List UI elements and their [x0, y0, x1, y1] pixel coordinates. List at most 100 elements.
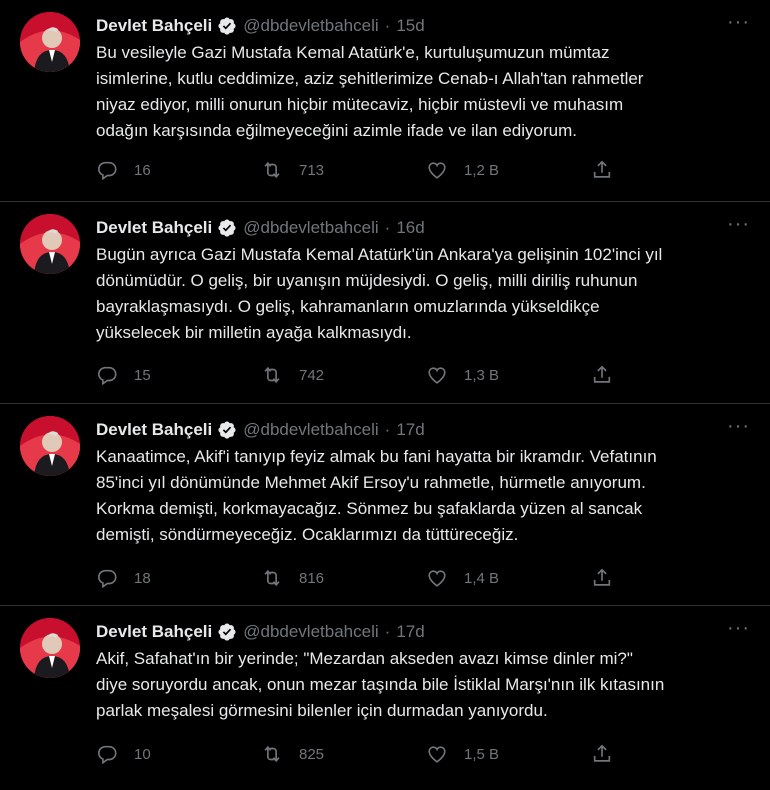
- like-count: 1,5 B: [464, 745, 500, 763]
- like-count: 1,4 B: [464, 569, 500, 587]
- retweet-count: 816: [299, 569, 325, 587]
- tweet-text-line: Kanaatimce, Akif'i tanıyıp feyiz almak b…: [96, 447, 657, 466]
- tweet-text: Bugün ayrıca Gazi Mustafa Kemal Atatürk'…: [96, 242, 751, 346]
- tweet-text: Kanaatimce, Akif'i tanıyıp feyiz almak b…: [96, 444, 751, 548]
- reply-count: 18: [134, 569, 151, 587]
- like-button[interactable]: 1,5 B: [426, 743, 591, 765]
- more-icon[interactable]: ···: [727, 416, 750, 436]
- tweet-text-line: Bugün ayrıca Gazi Mustafa Kemal Atatürk'…: [96, 245, 663, 264]
- verified-badge-icon: [217, 16, 237, 36]
- retweet-icon: [264, 366, 280, 384]
- reply-count: 10: [134, 745, 151, 763]
- retweet-button[interactable]: 816: [261, 567, 426, 589]
- reply-icon: [97, 569, 117, 589]
- author-handle[interactable]: @dbdevletbahceli: [243, 218, 378, 238]
- verified-badge-icon: [217, 420, 237, 440]
- tweet-text-line: isimlerine, kutlu ceddimize, aziz şehitl…: [96, 69, 644, 88]
- separator-dot: ·: [384, 420, 391, 439]
- reply-count: 15: [134, 366, 151, 384]
- reply-icon: [97, 745, 117, 765]
- like-count: 1,2 B: [464, 161, 500, 179]
- timeline-feed: Devlet Bahçeli @dbdevletbahceli · 15d ··…: [0, 0, 770, 790]
- tweet[interactable]: Devlet Bahçeli @dbdevletbahceli · 16d ··…: [0, 202, 770, 404]
- tweet-actions: 18 816 1,4 B: [96, 566, 656, 590]
- author-handle[interactable]: @dbdevletbahceli: [243, 622, 378, 642]
- avatar[interactable]: [20, 416, 80, 476]
- tweet[interactable]: Devlet Bahçeli @dbdevletbahceli · 17d ··…: [0, 606, 770, 790]
- author-name[interactable]: Devlet Bahçeli: [96, 218, 212, 238]
- tweet-time[interactable]: 17d: [396, 420, 424, 440]
- tweet-header: Devlet Bahçeli @dbdevletbahceli · 17d ··…: [96, 618, 750, 644]
- avatar[interactable]: [20, 214, 80, 274]
- tweet-header: Devlet Bahçeli @dbdevletbahceli · 16d ··…: [96, 214, 750, 240]
- author-name[interactable]: Devlet Bahçeli: [96, 16, 212, 36]
- more-icon[interactable]: ···: [727, 214, 750, 234]
- tweet-header: Devlet Bahçeli @dbdevletbahceli · 15d ··…: [96, 12, 750, 38]
- tweet[interactable]: Devlet Bahçeli @dbdevletbahceli · 15d ··…: [0, 0, 770, 202]
- avatar-image: [20, 618, 80, 678]
- tweet-time[interactable]: 15d: [396, 16, 424, 36]
- tweet-text-line: bayraklaşmasıydı. O geliş, kahramanların…: [96, 297, 600, 316]
- share-icon: [593, 568, 611, 586]
- share-button[interactable]: [591, 364, 629, 386]
- avatar[interactable]: [20, 618, 80, 678]
- share-icon: [593, 160, 611, 178]
- reply-button[interactable]: 10: [96, 743, 261, 765]
- retweet-count: 825: [299, 745, 325, 763]
- reply-button[interactable]: 16: [96, 159, 261, 181]
- like-button[interactable]: 1,2 B: [426, 159, 591, 181]
- tweet-header: Devlet Bahçeli @dbdevletbahceli · 17d ··…: [96, 416, 750, 442]
- author-handle[interactable]: @dbdevletbahceli: [243, 420, 378, 440]
- tweet-time[interactable]: 17d: [396, 622, 424, 642]
- avatar[interactable]: [20, 12, 80, 72]
- tweet-time[interactable]: 16d: [396, 218, 424, 238]
- retweet-count: 742: [299, 366, 325, 384]
- share-button[interactable]: [591, 159, 629, 181]
- more-icon[interactable]: ···: [727, 618, 750, 638]
- more-icon[interactable]: ···: [727, 12, 750, 32]
- verified-badge-icon: [217, 218, 237, 238]
- like-button[interactable]: 1,3 B: [426, 364, 591, 386]
- avatar-image: [20, 416, 80, 476]
- share-icon: [593, 744, 611, 762]
- share-button[interactable]: [591, 567, 629, 589]
- separator-dot: ·: [384, 16, 391, 35]
- tweet[interactable]: Devlet Bahçeli @dbdevletbahceli · 17d ··…: [0, 404, 770, 606]
- reply-icon: [97, 366, 117, 386]
- tweet-actions: 16 713 1,2 B: [96, 158, 656, 182]
- tweet-text-line: odağın karşısında eğilmeyeceğini azimle …: [96, 121, 577, 140]
- tweet-text-line: Akif, Safahat'ın bir yerinde; "Mezardan …: [96, 649, 633, 668]
- retweet-count: 713: [299, 161, 325, 179]
- tweet-text-line: niyaz ediyor, milli onurun hiçbir müteca…: [96, 95, 624, 114]
- separator-dot: ·: [384, 218, 391, 237]
- like-icon: [428, 367, 446, 384]
- tweet-text-line: parlak meşalesi görmesini bilenler için …: [96, 701, 548, 720]
- retweet-icon: [264, 569, 280, 587]
- retweet-button[interactable]: 713: [261, 159, 426, 181]
- avatar-image: [20, 12, 80, 72]
- reply-icon: [97, 161, 117, 181]
- separator-dot: ·: [384, 622, 391, 641]
- verified-badge-icon: [217, 622, 237, 642]
- tweet-text-line: diye soruyordu ancak, onun mezar taşında…: [96, 675, 665, 694]
- retweet-button[interactable]: 742: [261, 364, 426, 386]
- author-name[interactable]: Devlet Bahçeli: [96, 622, 212, 642]
- reply-button[interactable]: 18: [96, 567, 261, 589]
- like-icon: [428, 570, 446, 587]
- reply-button[interactable]: 15: [96, 364, 261, 386]
- share-icon: [593, 365, 611, 383]
- tweet-text: Akif, Safahat'ın bir yerinde; "Mezardan …: [96, 646, 751, 724]
- reply-count: 16: [134, 161, 151, 179]
- like-button[interactable]: 1,4 B: [426, 567, 591, 589]
- retweet-icon: [264, 161, 280, 179]
- tweet-actions: 10 825 1,5 B: [96, 742, 656, 766]
- like-icon: [428, 162, 446, 179]
- tweet-text: Bu vesileyle Gazi Mustafa Kemal Atatürk'…: [96, 40, 751, 144]
- avatar-image: [20, 214, 80, 274]
- share-button[interactable]: [591, 743, 629, 765]
- author-handle[interactable]: @dbdevletbahceli: [243, 16, 378, 36]
- retweet-button[interactable]: 825: [261, 743, 426, 765]
- like-count: 1,3 B: [464, 366, 500, 384]
- tweet-text-line: dönümüdür. O geliş, bir uyanışın müjdesi…: [96, 271, 638, 290]
- author-name[interactable]: Devlet Bahçeli: [96, 420, 212, 440]
